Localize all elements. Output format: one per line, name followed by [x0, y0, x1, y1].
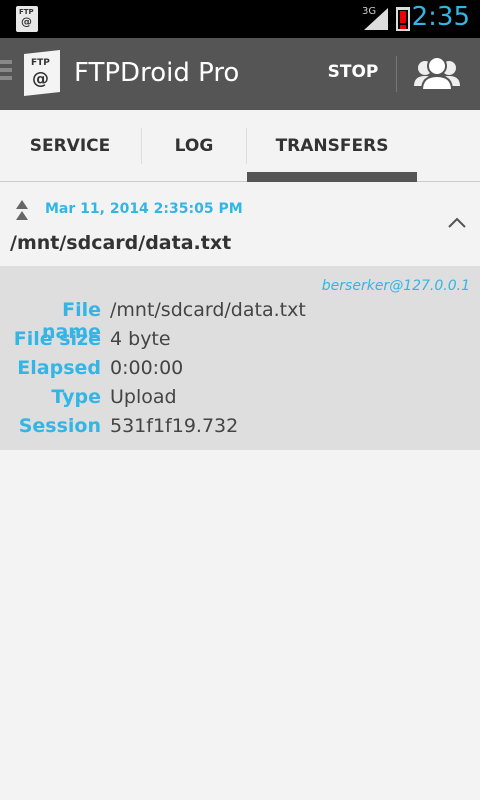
tab-log[interactable]: LOG [142, 110, 246, 182]
detail-row-file-size: File size 4 byte [0, 328, 480, 357]
detail-row-file-name: File name /mnt/sdcard/data.txt [0, 299, 480, 343]
signal-icon [364, 8, 388, 30]
tab-selected-indicator [247, 172, 417, 182]
svg-text:FTP: FTP [31, 58, 50, 68]
svg-text:@: @ [32, 69, 49, 89]
app-title: FTPDroid Pro [74, 58, 240, 88]
clock: 2:35 [411, 2, 470, 32]
detail-value: Upload [110, 386, 177, 408]
detail-row-session: Session 531f1f19.732 [0, 415, 480, 444]
users-icon[interactable] [412, 54, 462, 94]
detail-value: 0:00:00 [110, 357, 184, 379]
transfer-row-header[interactable]: Mar 11, 2014 2:35:05 PM /mnt/sdcard/data… [0, 182, 480, 266]
tab-service[interactable]: SERVICE [0, 110, 140, 182]
status-bar: FTP @ 3G 2:35 [0, 0, 480, 38]
detail-label: Type [51, 386, 101, 408]
chevron-up-icon[interactable] [446, 216, 468, 230]
app-logo-icon[interactable]: FTP @ [22, 50, 62, 96]
detail-label: File size [13, 328, 101, 350]
detail-row-elapsed: Elapsed 0:00:00 [0, 357, 480, 386]
transfer-date: Mar 11, 2014 2:35:05 PM [45, 201, 243, 217]
drawer-icon[interactable] [0, 60, 12, 84]
detail-value: 531f1f19.732 [110, 415, 239, 437]
transfer-user: berserker@127.0.0.1 [321, 278, 470, 294]
detail-label: Elapsed [17, 357, 101, 379]
transfer-details: berserker@127.0.0.1 File name /mnt/sdcar… [0, 266, 480, 450]
transfer-path: /mnt/sdcard/data.txt [10, 232, 232, 254]
detail-value: 4 byte [110, 328, 171, 350]
upload-icon [16, 200, 28, 220]
battery-icon [396, 7, 410, 31]
detail-label: Session [18, 415, 101, 437]
stop-button[interactable]: STOP [318, 62, 388, 82]
detail-value: /mnt/sdcard/data.txt [110, 299, 306, 321]
detail-row-type: Type Upload [0, 386, 480, 415]
ftp-notification-icon: FTP @ [16, 6, 38, 32]
divider [396, 56, 397, 92]
action-bar: FTP @ FTPDroid Pro STOP [0, 38, 480, 110]
